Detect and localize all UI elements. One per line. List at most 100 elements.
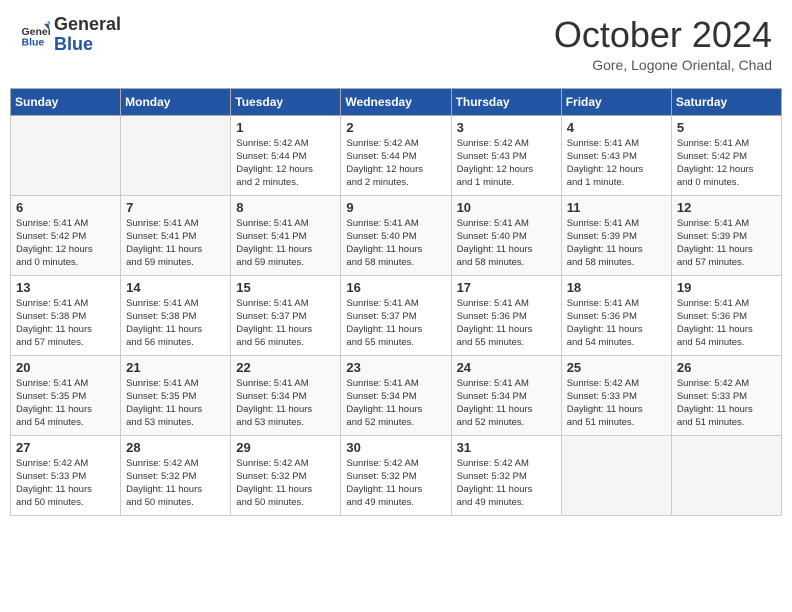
day-number: 2 — [346, 120, 445, 135]
day-number: 28 — [126, 440, 225, 455]
day-number: 1 — [236, 120, 335, 135]
day-info: Sunrise: 5:41 AM Sunset: 5:34 PM Dayligh… — [457, 377, 556, 430]
header-cell-wednesday: Wednesday — [341, 88, 451, 115]
location-title: Gore, Logone Oriental, Chad — [554, 57, 772, 73]
day-cell: 25Sunrise: 5:42 AM Sunset: 5:33 PM Dayli… — [561, 355, 671, 435]
day-info: Sunrise: 5:41 AM Sunset: 5:39 PM Dayligh… — [677, 217, 776, 270]
day-cell: 14 Sunrise: 5:41 AM Sunset: 5:38 PM Dayli… — [121, 275, 231, 355]
day-cell: 2 Sunrise: 5:42 AM Sunset: 5:44 PM Daylig… — [341, 115, 451, 195]
day-info: Sunrise: 5:41 AM Sunset: 5:40 PM Dayligh… — [457, 217, 556, 270]
week-row-3: 13 Sunrise: 5:41 AM Sunset: 5:38 PM Dayli… — [11, 275, 782, 355]
day-number: 11 — [567, 200, 666, 215]
day-info: Sunrise: 5:42 AM Sunset: 5:44 PM Dayligh… — [236, 137, 335, 190]
day-info: Sunrise: 5:41 AM Sunset: 5:42 PM Dayligh… — [16, 217, 115, 270]
day-cell: 19 Sunrise: 5:41 AM Sunset: 5:36 PM Dayli… — [671, 275, 781, 355]
day-info: Sunrise: 5:42 AM Sunset: 5:33 PM Dayligh… — [16, 457, 115, 510]
calendar-header-row: SundayMondayTuesdayWednesdayThursdayFrid… — [11, 88, 782, 115]
day-cell: 10 Sunrise: 5:41 AM Sunset: 5:40 PM Dayli… — [451, 195, 561, 275]
day-cell — [121, 115, 231, 195]
day-number: 10 — [457, 200, 556, 215]
header-cell-thursday: Thursday — [451, 88, 561, 115]
day-info: Sunrise: 5:41 AM Sunset: 5:39 PM Dayligh… — [567, 217, 666, 270]
day-number: 12 — [677, 200, 776, 215]
day-info: Sunrise: 5:41 AM Sunset: 5:36 PM Dayligh… — [677, 297, 776, 350]
header-cell-saturday: Saturday — [671, 88, 781, 115]
day-cell: 24Sunrise: 5:41 AM Sunset: 5:34 PM Dayli… — [451, 355, 561, 435]
day-info: Sunrise: 5:42 AM Sunset: 5:32 PM Dayligh… — [457, 457, 556, 510]
week-row-4: 20 Sunrise: 5:41 AM Sunset: 5:35 PM Dayli… — [11, 355, 782, 435]
day-number: 23 — [346, 360, 445, 375]
day-number: 21 — [126, 360, 225, 375]
day-info: Sunrise: 5:41 AM Sunset: 5:43 PM Dayligh… — [567, 137, 666, 190]
title-block: October 2024 Gore, Logone Oriental, Chad — [554, 15, 772, 73]
day-info: Sunrise: 5:41 AM Sunset: 5:34 PM Dayligh… — [346, 377, 445, 430]
day-cell: 29 Sunrise: 5:42 AM Sunset: 5:32 PM Dayli… — [231, 435, 341, 515]
day-number: 6 — [16, 200, 115, 215]
day-cell: 27 Sunrise: 5:42 AM Sunset: 5:33 PM Dayli… — [11, 435, 121, 515]
day-cell: 13 Sunrise: 5:41 AM Sunset: 5:38 PM Dayli… — [11, 275, 121, 355]
header-cell-tuesday: Tuesday — [231, 88, 341, 115]
day-info: Sunrise: 5:41 AM Sunset: 5:36 PM Dayligh… — [567, 297, 666, 350]
day-number: 15 — [236, 280, 335, 295]
day-cell: 26 Sunrise: 5:42 AM Sunset: 5:33 PM Dayli… — [671, 355, 781, 435]
day-number: 3 — [457, 120, 556, 135]
day-cell: 6 Sunrise: 5:41 AM Sunset: 5:42 PM Daylig… — [11, 195, 121, 275]
day-cell: 12 Sunrise: 5:41 AM Sunset: 5:39 PM Dayli… — [671, 195, 781, 275]
day-cell — [11, 115, 121, 195]
day-number: 29 — [236, 440, 335, 455]
day-number: 20 — [16, 360, 115, 375]
day-cell: 21 Sunrise: 5:41 AM Sunset: 5:35 PM Dayli… — [121, 355, 231, 435]
day-number: 30 — [346, 440, 445, 455]
day-cell: 9 Sunrise: 5:41 AM Sunset: 5:40 PM Daylig… — [341, 195, 451, 275]
day-number: 14 — [126, 280, 225, 295]
day-number: 17 — [457, 280, 556, 295]
day-info: Sunrise: 5:41 AM Sunset: 5:42 PM Dayligh… — [677, 137, 776, 190]
day-info: Sunrise: 5:42 AM Sunset: 5:32 PM Dayligh… — [236, 457, 335, 510]
day-info: Sunrise: 5:41 AM Sunset: 5:38 PM Dayligh… — [126, 297, 225, 350]
logo: General Blue General Blue — [20, 15, 121, 55]
day-number: 27 — [16, 440, 115, 455]
header-cell-monday: Monday — [121, 88, 231, 115]
day-number: 4 — [567, 120, 666, 135]
calendar-body: 1 Sunrise: 5:42 AM Sunset: 5:44 PM Daylig… — [11, 115, 782, 515]
day-info: Sunrise: 5:41 AM Sunset: 5:40 PM Dayligh… — [346, 217, 445, 270]
day-info: Sunrise: 5:41 AM Sunset: 5:41 PM Dayligh… — [126, 217, 225, 270]
day-number: 9 — [346, 200, 445, 215]
day-number: 26 — [677, 360, 776, 375]
day-number: 7 — [126, 200, 225, 215]
day-number: 22 — [236, 360, 335, 375]
day-cell: 17 Sunrise: 5:41 AM Sunset: 5:36 PM Dayli… — [451, 275, 561, 355]
day-cell: 30 Sunrise: 5:42 AM Sunset: 5:32 PM Dayli… — [341, 435, 451, 515]
day-cell: 28Sunrise: 5:42 AM Sunset: 5:32 PM Dayli… — [121, 435, 231, 515]
day-number: 8 — [236, 200, 335, 215]
day-cell: 15Sunrise: 5:41 AM Sunset: 5:37 PM Dayli… — [231, 275, 341, 355]
week-row-2: 6 Sunrise: 5:41 AM Sunset: 5:42 PM Daylig… — [11, 195, 782, 275]
day-number: 13 — [16, 280, 115, 295]
logo-icon: General Blue — [20, 20, 50, 50]
day-info: Sunrise: 5:41 AM Sunset: 5:34 PM Dayligh… — [236, 377, 335, 430]
day-cell — [561, 435, 671, 515]
day-number: 19 — [677, 280, 776, 295]
day-info: Sunrise: 5:41 AM Sunset: 5:37 PM Dayligh… — [346, 297, 445, 350]
header-cell-sunday: Sunday — [11, 88, 121, 115]
day-info: Sunrise: 5:41 AM Sunset: 5:36 PM Dayligh… — [457, 297, 556, 350]
day-info: Sunrise: 5:41 AM Sunset: 5:35 PM Dayligh… — [126, 377, 225, 430]
svg-text:Blue: Blue — [22, 36, 45, 48]
day-cell: 4 Sunrise: 5:41 AM Sunset: 5:43 PM Daylig… — [561, 115, 671, 195]
day-cell: 5Sunrise: 5:41 AM Sunset: 5:42 PM Daylig… — [671, 115, 781, 195]
day-number: 31 — [457, 440, 556, 455]
day-cell: 22 Sunrise: 5:41 AM Sunset: 5:34 PM Dayli… — [231, 355, 341, 435]
day-number: 16 — [346, 280, 445, 295]
day-info: Sunrise: 5:42 AM Sunset: 5:44 PM Dayligh… — [346, 137, 445, 190]
day-cell: 1 Sunrise: 5:42 AM Sunset: 5:44 PM Daylig… — [231, 115, 341, 195]
day-cell: 31 Sunrise: 5:42 AM Sunset: 5:32 PM Dayli… — [451, 435, 561, 515]
header-cell-friday: Friday — [561, 88, 671, 115]
day-info: Sunrise: 5:41 AM Sunset: 5:38 PM Dayligh… — [16, 297, 115, 350]
day-cell: 20 Sunrise: 5:41 AM Sunset: 5:35 PM Dayli… — [11, 355, 121, 435]
day-cell: 3Sunrise: 5:42 AM Sunset: 5:43 PM Daylig… — [451, 115, 561, 195]
day-info: Sunrise: 5:42 AM Sunset: 5:32 PM Dayligh… — [346, 457, 445, 510]
week-row-1: 1 Sunrise: 5:42 AM Sunset: 5:44 PM Daylig… — [11, 115, 782, 195]
day-info: Sunrise: 5:42 AM Sunset: 5:33 PM Dayligh… — [677, 377, 776, 430]
day-info: Sunrise: 5:41 AM Sunset: 5:35 PM Dayligh… — [16, 377, 115, 430]
day-info: Sunrise: 5:41 AM Sunset: 5:41 PM Dayligh… — [236, 217, 335, 270]
